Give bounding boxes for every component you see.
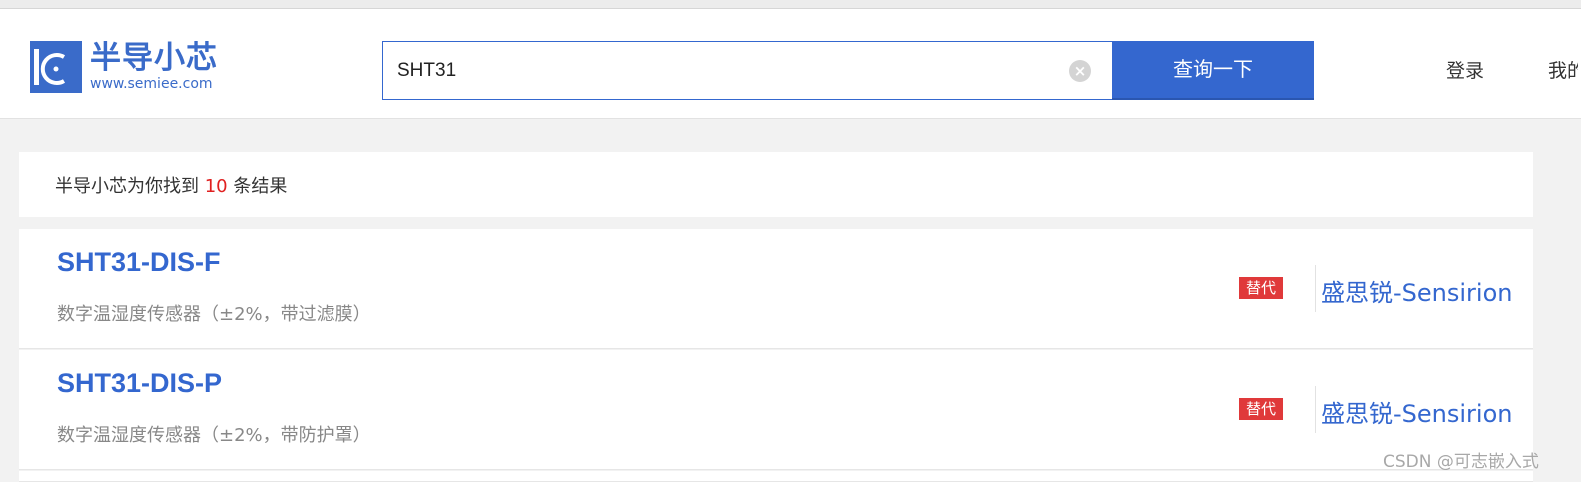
login-link[interactable]: 登录 <box>1446 56 1484 83</box>
part-number-link[interactable]: SHT31-DIS-P <box>57 368 222 399</box>
browser-top-edge <box>0 0 1581 9</box>
brand-link[interactable]: 盛思锐-Sensirion <box>1321 273 1512 308</box>
divider <box>1315 386 1316 433</box>
summary-prefix: 半导小芯为你找到 <box>55 176 199 197</box>
search-box: × <box>382 41 1113 100</box>
logo-url: www.semiee.com <box>90 76 213 92</box>
summary-text: 半导小芯为你找到 10 条结果 <box>55 172 287 198</box>
alternative-badge[interactable]: 替代 <box>1239 277 1283 299</box>
result-summary: 半导小芯为你找到 10 条结果 <box>19 152 1533 217</box>
result-item-partial <box>19 471 1533 482</box>
csdn-watermark: CSDN @可志嵌入式 <box>1383 452 1539 472</box>
divider <box>1315 265 1316 312</box>
logo-chip-icon <box>30 41 82 93</box>
site-header: 半导小芯 www.semiee.com × 查询一下 登录 我的 <box>0 9 1581 119</box>
result-item[interactable]: SHT31-DIS-P 数字温湿度传感器（±2%，带防护罩） 替代 盛思锐-Se… <box>19 350 1533 470</box>
alternative-badge[interactable]: 替代 <box>1239 398 1283 420</box>
search-input[interactable] <box>397 42 1057 99</box>
part-description: 数字温湿度传感器（±2%，带防护罩） <box>57 425 371 446</box>
part-number-link[interactable]: SHT31-DIS-F <box>57 247 221 278</box>
summary-suffix: 条结果 <box>233 176 288 197</box>
brand-link[interactable]: 盛思锐-Sensirion <box>1321 394 1512 429</box>
search-button[interactable]: 查询一下 <box>1112 41 1314 100</box>
clear-icon[interactable]: × <box>1069 60 1091 82</box>
result-count: 10 <box>204 176 228 197</box>
site-logo[interactable]: 半导小芯 www.semiee.com <box>30 40 230 96</box>
result-item[interactable]: SHT31-DIS-F 数字温湿度传感器（±2%，带过滤膜） 替代 盛思锐-Se… <box>19 229 1533 349</box>
logo-name: 半导小芯 <box>90 40 218 76</box>
my-account-link[interactable]: 我的 <box>1548 56 1578 83</box>
part-description: 数字温湿度传感器（±2%，带过滤膜） <box>57 304 371 325</box>
